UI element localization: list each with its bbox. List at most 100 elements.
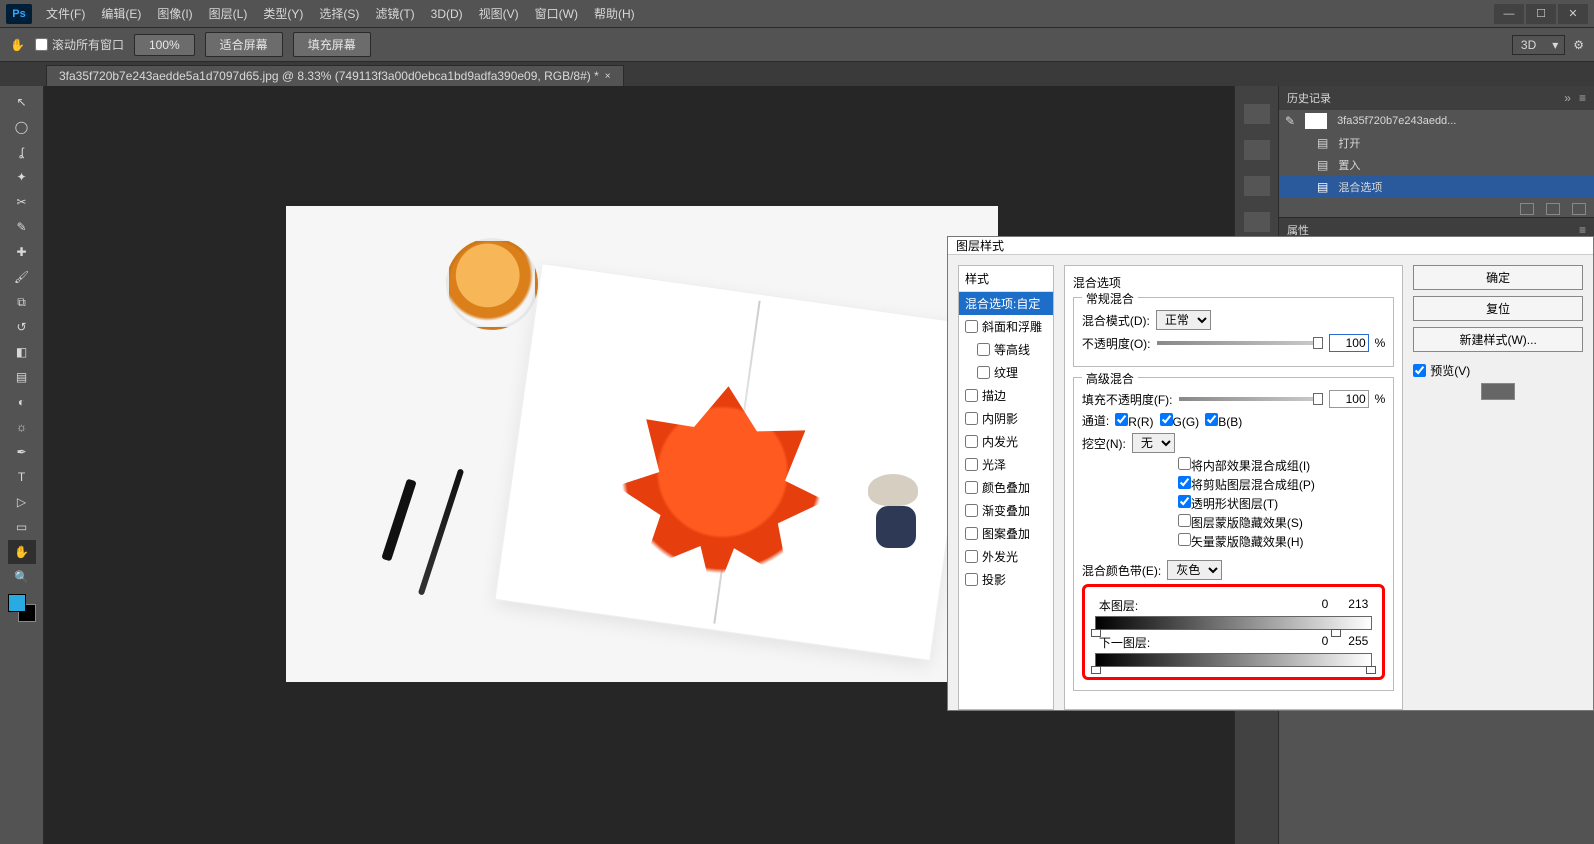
underlying-layer-gradient[interactable] bbox=[1095, 653, 1372, 667]
gradient-tool[interactable]: ▤ bbox=[8, 365, 36, 389]
path-select-tool[interactable]: ▷ bbox=[8, 490, 36, 514]
style-drop-shadow[interactable]: 投影 bbox=[959, 568, 1053, 591]
window-minimize[interactable]: — bbox=[1494, 4, 1524, 24]
menu-layer[interactable]: 图层(L) bbox=[201, 0, 256, 28]
style-pattern-overlay[interactable]: 图案叠加 bbox=[959, 522, 1053, 545]
underlying-white-stop[interactable] bbox=[1366, 666, 1376, 674]
style-satin[interactable]: 光泽 bbox=[959, 453, 1053, 476]
style-contour[interactable]: 等高线 bbox=[959, 338, 1053, 361]
window-close[interactable]: ✕ bbox=[1558, 4, 1588, 24]
blend-mode-select[interactable]: 正常 bbox=[1156, 310, 1211, 330]
style-color-overlay[interactable]: 颜色叠加 bbox=[959, 476, 1053, 499]
fit-screen-button[interactable]: 适合屏幕 bbox=[205, 32, 283, 57]
document-tab[interactable]: 3fa35f720b7e243aedde5a1d7097d65.jpg @ 8.… bbox=[46, 65, 624, 86]
panel-menu-icon[interactable]: ≡ bbox=[1579, 91, 1586, 105]
eraser-tool[interactable]: ◧ bbox=[8, 340, 36, 364]
move-tool[interactable]: ↖ bbox=[8, 90, 36, 114]
style-texture[interactable]: 纹理 bbox=[959, 361, 1053, 384]
foreground-color-swatch[interactable] bbox=[8, 594, 26, 612]
style-inner-shadow[interactable]: 内阴影 bbox=[959, 407, 1053, 430]
blend-if-select[interactable]: 灰色 bbox=[1167, 560, 1222, 580]
menu-file[interactable]: 文件(F) bbox=[38, 0, 93, 28]
scroll-all-windows-checkbox[interactable]: 滚动所有窗口 bbox=[35, 36, 124, 53]
rail-icon-4[interactable] bbox=[1244, 212, 1270, 232]
underlying-black-stop[interactable] bbox=[1091, 666, 1101, 674]
eyedropper-tool[interactable]: ✎ bbox=[8, 215, 36, 239]
cb-transparency-shapes[interactable]: 透明形状图层(T) bbox=[1178, 495, 1385, 512]
rail-icon-3[interactable] bbox=[1244, 176, 1270, 196]
cb-clipped-layers[interactable]: 将剪贴图层混合成组(P) bbox=[1178, 476, 1385, 493]
menu-edit[interactable]: 编辑(E) bbox=[93, 0, 149, 28]
channel-b[interactable]: B(B) bbox=[1205, 413, 1242, 429]
menu-image[interactable]: 图像(I) bbox=[149, 0, 200, 28]
scroll-all-windows-input[interactable] bbox=[35, 38, 48, 51]
marquee-tool[interactable]: ◯ bbox=[8, 115, 36, 139]
crop-tool[interactable]: ✂ bbox=[8, 190, 36, 214]
fill-opacity-input[interactable] bbox=[1329, 390, 1369, 408]
panel-menu-icon[interactable]: ≡ bbox=[1579, 223, 1586, 237]
ok-button[interactable]: 确定 bbox=[1413, 265, 1583, 290]
rail-icon-1[interactable] bbox=[1244, 104, 1270, 124]
fill-screen-button[interactable]: 填充屏幕 bbox=[293, 32, 371, 57]
knockout-select[interactable]: 无 bbox=[1132, 433, 1175, 453]
fill-opacity-slider[interactable] bbox=[1179, 397, 1323, 401]
lasso-tool[interactable]: ʆ bbox=[8, 140, 36, 164]
this-layer-black-stop[interactable] bbox=[1091, 629, 1101, 637]
history-delete-icon[interactable] bbox=[1572, 203, 1586, 215]
history-source-row[interactable]: ✎ 3fa35f720b7e243aedd... bbox=[1279, 110, 1594, 132]
menu-view[interactable]: 视图(V) bbox=[471, 0, 527, 28]
channel-r[interactable]: R(R) bbox=[1115, 413, 1153, 429]
window-maximize[interactable]: ☐ bbox=[1526, 4, 1556, 24]
opacity-slider[interactable] bbox=[1157, 341, 1323, 345]
menu-3d[interactable]: 3D(D) bbox=[423, 0, 471, 28]
cb-layer-mask-hides[interactable]: 图层蒙版隐藏效果(S) bbox=[1178, 514, 1385, 531]
type-tool[interactable]: T bbox=[8, 465, 36, 489]
stamp-tool[interactable]: ⧉ bbox=[8, 290, 36, 314]
history-brush-tool[interactable]: ↺ bbox=[8, 315, 36, 339]
history-panel-header[interactable]: 历史记录 »≡ bbox=[1279, 86, 1594, 110]
brush-tool[interactable]: 🖌 bbox=[8, 265, 36, 289]
shape-tool[interactable]: ▭ bbox=[8, 515, 36, 539]
channel-g[interactable]: G(G) bbox=[1160, 413, 1200, 429]
history-step-place[interactable]: ▤ 置入 bbox=[1279, 154, 1594, 176]
zoom-100-button[interactable]: 100% bbox=[134, 34, 195, 56]
history-step-blending[interactable]: ▤ 混合选项 bbox=[1279, 176, 1594, 198]
menu-window[interactable]: 窗口(W) bbox=[527, 0, 586, 28]
layer-style-dialog[interactable]: 图层样式 样式 混合选项:自定 斜面和浮雕 等高线 纹理 描边 内阴影 内发光 … bbox=[947, 236, 1594, 711]
this-layer-white-stop[interactable] bbox=[1331, 629, 1341, 637]
panel-more-icon[interactable]: » bbox=[1564, 91, 1571, 105]
cb-vector-mask-hides[interactable]: 矢量蒙版隐藏效果(H) bbox=[1178, 533, 1385, 550]
style-outer-glow[interactable]: 外发光 bbox=[959, 545, 1053, 568]
this-layer-gradient[interactable] bbox=[1095, 616, 1372, 630]
hand-tool[interactable]: ✋ bbox=[8, 540, 36, 564]
history-new-icon[interactable] bbox=[1546, 203, 1560, 215]
style-stroke[interactable]: 描边 bbox=[959, 384, 1053, 407]
menu-filter[interactable]: 滤镜(T) bbox=[367, 0, 422, 28]
style-inner-glow[interactable]: 内发光 bbox=[959, 430, 1053, 453]
color-swatches[interactable] bbox=[8, 594, 36, 622]
menu-select[interactable]: 选择(S) bbox=[311, 0, 367, 28]
menu-type[interactable]: 类型(Y) bbox=[255, 0, 311, 28]
rail-icon-2[interactable] bbox=[1244, 140, 1270, 160]
preview-checkbox[interactable]: 预览(V) bbox=[1413, 362, 1470, 379]
document-canvas[interactable] bbox=[286, 206, 998, 682]
healing-tool[interactable]: ✚ bbox=[8, 240, 36, 264]
dialog-titlebar[interactable]: 图层样式 bbox=[948, 237, 1593, 255]
new-style-button[interactable]: 新建样式(W)... bbox=[1413, 327, 1583, 352]
cb-interior-effects[interactable]: 将内部效果混合成组(I) bbox=[1178, 457, 1385, 474]
mode-3d-dropdown[interactable]: 3D bbox=[1512, 35, 1565, 55]
style-gradient-overlay[interactable]: 渐变叠加 bbox=[959, 499, 1053, 522]
blur-tool[interactable]: ◐ bbox=[8, 390, 36, 414]
style-bevel[interactable]: 斜面和浮雕 bbox=[959, 315, 1053, 338]
document-tab-close[interactable]: × bbox=[605, 71, 611, 82]
pen-tool[interactable]: ✒ bbox=[8, 440, 36, 464]
history-step-open[interactable]: ▤ 打开 bbox=[1279, 132, 1594, 154]
cancel-button[interactable]: 复位 bbox=[1413, 296, 1583, 321]
zoom-tool[interactable]: 🔍 bbox=[8, 565, 36, 589]
styles-blending-options[interactable]: 混合选项:自定 bbox=[959, 292, 1053, 315]
menu-help[interactable]: 帮助(H) bbox=[586, 0, 643, 28]
gear-icon[interactable]: ⚙ bbox=[1573, 38, 1584, 52]
dodge-tool[interactable]: ☼ bbox=[8, 415, 36, 439]
quick-select-tool[interactable]: ✦ bbox=[8, 165, 36, 189]
history-snapshot-icon[interactable] bbox=[1520, 203, 1534, 215]
